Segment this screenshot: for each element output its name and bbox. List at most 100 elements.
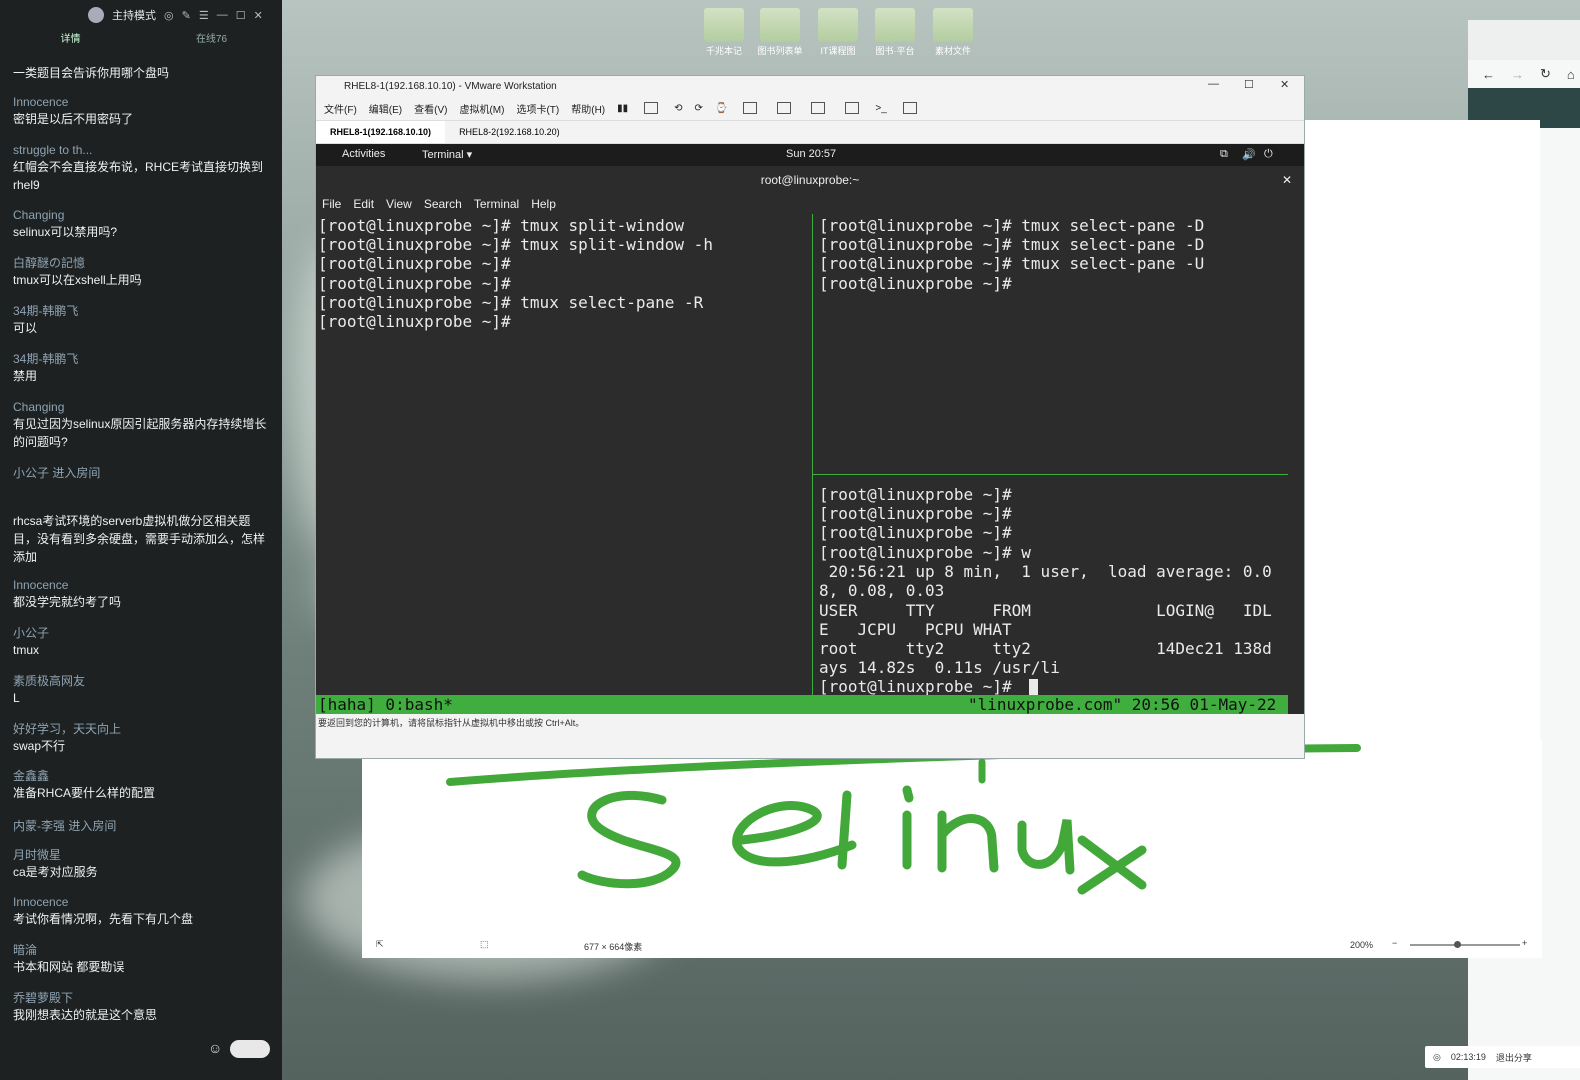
- revert-snapshot-icon[interactable]: ⟳: [695, 103, 703, 114]
- snapshot-manager-icon[interactable]: ⌚: [715, 103, 727, 114]
- reload-icon[interactable]: ↻: [1540, 66, 1551, 82]
- share-timer: 02:13:19: [1450, 1052, 1486, 1062]
- activities-button[interactable]: Activities: [342, 148, 385, 160]
- menu-vm[interactable]: 虚拟机(M): [459, 101, 504, 116]
- term-menu-terminal[interactable]: Terminal: [474, 197, 519, 211]
- terminal-line: [root@linuxprobe ~]#: [318, 274, 511, 293]
- close-icon[interactable]: ✕: [1282, 166, 1292, 194]
- power-icon[interactable]: ⏻: [1264, 148, 1273, 161]
- timer-icon: ◎: [1433, 1051, 1441, 1062]
- chat-message: 白醇醚の記憶 tmux可以在xshell上用吗: [13, 256, 142, 287]
- canvas-size: 677 × 664像素: [584, 942, 643, 952]
- ink-stroke-l: [837, 790, 852, 870]
- maximize-icon[interactable]: ☐: [236, 9, 246, 22]
- terminal-line: [root@linuxprobe ~]#: [819, 274, 1012, 293]
- chat-input[interactable]: [230, 1040, 270, 1058]
- term-menu-file[interactable]: File: [322, 197, 341, 211]
- chat-message: struggle to th... 红帽会不会直接发布说，RHCE考试直接切换到r…: [13, 143, 264, 192]
- settings-icon[interactable]: ◎: [164, 9, 174, 22]
- stretch-view-icon[interactable]: [902, 102, 917, 114]
- terminal-line: [root@linuxprobe ~]# tmux select-pane -U: [819, 254, 1205, 273]
- minimize-icon[interactable]: —: [1208, 78, 1219, 90]
- chat-tabs: 详情 在线76: [0, 30, 282, 50]
- chat-message: 素质极高网友 L: [13, 674, 86, 705]
- vmware-statusbar: 要返回到您的计算机，请将鼠标指针从虚拟机中移出或按 Ctrl+Alt。: [316, 714, 1304, 732]
- desktop-icon[interactable]: 图书列表单: [754, 8, 806, 57]
- clock[interactable]: Sun 20:57: [786, 148, 836, 160]
- menu-help[interactable]: 帮助(H): [571, 101, 605, 116]
- vmware-titlebar: RHEL8-1(192.168.10.10) - VMware Workstat…: [316, 76, 1304, 96]
- send-ctrl-alt-del-icon[interactable]: [644, 102, 659, 114]
- volume-icon[interactable]: 🔊: [1242, 148, 1256, 161]
- menu-tabs[interactable]: 选项卡(T): [516, 101, 559, 116]
- drawing-canvas[interactable]: [362, 740, 1542, 958]
- drawing-canvas-upper[interactable]: [1300, 120, 1540, 760]
- term-menu-search[interactable]: Search: [424, 197, 462, 211]
- zoom-in-button[interactable]: +: [1522, 938, 1527, 948]
- chat-message: 好好学习，天天向上 swap不行: [13, 722, 122, 753]
- tab-rhel8-1[interactable]: RHEL8-1(192.168.10.10): [316, 121, 446, 143]
- terminal-line: [root@linuxprobe ~]# w: [819, 543, 1031, 562]
- ink-stroke-s: [577, 791, 681, 889]
- desktop-icon[interactable]: IT课程图: [812, 8, 864, 57]
- emoji-icon[interactable]: ☺: [208, 1040, 222, 1056]
- pause-icon[interactable]: ▮▮: [617, 103, 628, 114]
- tmux-status-right: "linuxprobe.com" 20:56 01-May-22: [968, 695, 1277, 714]
- tab-rhel8-2[interactable]: RHEL8-2(192.168.10.20): [445, 121, 574, 143]
- desktop-icon[interactable]: 千兆本记: [698, 8, 750, 57]
- chat-message: Innocence 密钥是以后不用密码了: [13, 95, 134, 126]
- library-view-icon[interactable]: [743, 102, 758, 114]
- terminal-line: [root@linuxprobe ~]# tmux split-window: [318, 216, 685, 235]
- terminal-area[interactable]: [root@linuxprobe ~]# tmux split-window […: [316, 214, 1304, 714]
- ink-annotation: [446, 744, 1361, 895]
- chat-sidebar: 主持模式 ◎ ✎ ☰ — ☐ ✕ 详情 在线76 一类题目会告诉你用哪个盘吗 I…: [0, 0, 282, 1080]
- edit-icon[interactable]: ✎: [182, 9, 191, 22]
- terminal-titlebar: root@linuxprobe:~ ✕: [316, 166, 1304, 194]
- fullscreen-icon[interactable]: [811, 102, 826, 114]
- tab-detail[interactable]: 详情: [0, 30, 141, 50]
- terminal-app-menu[interactable]: Terminal ▾: [422, 148, 472, 161]
- thumbnail-view-icon[interactable]: [777, 102, 792, 114]
- forward-icon[interactable]: →: [1511, 67, 1524, 82]
- back-icon[interactable]: ←: [1482, 67, 1495, 82]
- menu-icon[interactable]: ☰: [199, 9, 209, 22]
- term-menu-view[interactable]: View: [386, 197, 412, 211]
- selection-icon[interactable]: ⬚: [480, 939, 489, 950]
- minimize-icon[interactable]: —: [217, 9, 228, 21]
- zoom-slider[interactable]: [1410, 941, 1520, 948]
- chat-message: 暗淪 书本和网站 都要勘误: [13, 943, 125, 974]
- menu-file[interactable]: 文件(F): [324, 101, 357, 116]
- close-icon[interactable]: ✕: [1280, 78, 1289, 91]
- close-icon[interactable]: ✕: [254, 9, 263, 22]
- tab-online[interactable]: 在线76: [141, 30, 282, 50]
- terminal-line: [root@linuxprobe ~]#: [318, 312, 511, 331]
- chat-message: 月时微星 ca是考对应服务: [13, 848, 98, 879]
- terminal-line: 20:56:21 up 8 min, 1 user, load average:…: [819, 562, 1272, 581]
- zoom-slider-thumb[interactable]: [1454, 941, 1461, 948]
- menu-edit[interactable]: 编辑(E): [369, 101, 402, 116]
- home-icon[interactable]: ⌂: [1567, 67, 1575, 82]
- network-icon[interactable]: ⧉: [1220, 148, 1228, 161]
- desktop-icon[interactable]: 素材文件: [927, 8, 979, 57]
- maximize-icon[interactable]: ☐: [1244, 78, 1254, 91]
- pane-divider-horizontal[interactable]: [813, 474, 1288, 475]
- pointer-icon[interactable]: ⇱: [376, 939, 384, 950]
- gnome-topbar: Activities Terminal ▾ Sun 20:57 ⧉ 🔊 ⏻: [316, 144, 1304, 166]
- term-menu-help[interactable]: Help: [531, 197, 556, 211]
- unity-icon[interactable]: [845, 102, 860, 114]
- chat-message: 34期-韩鹏飞 禁用: [13, 352, 79, 383]
- terminal-line: E JCPU PCPU WHAT: [819, 620, 1012, 639]
- term-menu-edit[interactable]: Edit: [353, 197, 374, 211]
- tmux-session-window: [haha] 0:bash*: [318, 695, 453, 714]
- desktop-icon[interactable]: 图书·平台: [869, 8, 921, 57]
- exit-share-button[interactable]: 退出分享: [1496, 1051, 1532, 1064]
- share-control: ◎ 02:13:19 退出分享: [1425, 1046, 1580, 1068]
- zoom-out-button[interactable]: −: [1392, 938, 1397, 948]
- terminal-line: root tty2 tty2 14Dec21 138d: [819, 639, 1272, 658]
- menu-view[interactable]: 查看(V): [414, 101, 447, 116]
- console-icon[interactable]: >_: [875, 103, 886, 114]
- chat-message: 小公子 tmux: [13, 626, 50, 657]
- terminal-line: USER TTY FROM LOGIN@ IDL: [819, 601, 1272, 620]
- snapshot-icon[interactable]: ⟲: [674, 103, 682, 114]
- pane-divider-vertical[interactable]: [812, 214, 813, 695]
